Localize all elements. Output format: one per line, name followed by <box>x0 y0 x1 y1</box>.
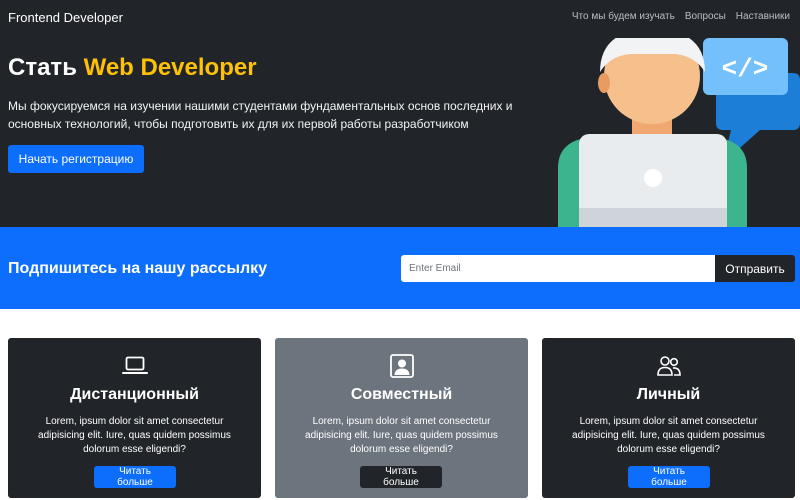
hero-description: Мы фокусируемся на изучении нашими студе… <box>8 99 513 131</box>
hero-title-prefix: Стать <box>8 54 84 81</box>
card-text: Lorem, ipsum dolor sit amet consectetur … <box>38 416 231 455</box>
start-registration-button[interactable]: Начать регистрацию <box>8 145 144 173</box>
person-square-icon <box>275 353 528 379</box>
people-icon <box>542 353 795 379</box>
nav-link-mentors[interactable]: Наставники <box>736 11 790 22</box>
brand-link[interactable]: Frontend Developer <box>8 10 123 25</box>
card-personal: Личный Lorem, ipsum dolor sit amet conse… <box>542 338 795 498</box>
nav-link-questions[interactable]: Вопросы <box>685 11 726 22</box>
hero-section: Стать Web Developer Мы фокусируемся на и… <box>0 38 800 227</box>
nav-link-learn[interactable]: Что мы будем изучать <box>572 11 675 22</box>
laptop-icon <box>8 353 261 379</box>
read-more-button[interactable]: Читать больше <box>628 466 710 488</box>
newsletter-title: Подпишитесь на нашу рассылку <box>8 260 268 277</box>
card-remote: Дистанционный Lorem, ipsum dolor sit ame… <box>8 338 261 498</box>
card-title: Совместный <box>350 386 453 403</box>
code-symbol: </> <box>722 54 769 84</box>
hero-title: Стать Web Developer <box>8 54 257 82</box>
subscribe-button[interactable]: Отправить <box>715 255 795 282</box>
card-collaborative: Совместный Lorem, ipsum dolor sit amet c… <box>275 338 528 498</box>
newsletter-section: Подпишитесь на нашу рассылку Отправить <box>0 227 800 309</box>
read-more-button[interactable]: Читать больше <box>360 466 442 488</box>
card-title: Личный <box>636 386 701 403</box>
email-input[interactable] <box>401 255 715 282</box>
read-more-button[interactable]: Читать больше <box>94 466 176 488</box>
card-text: Lorem, ipsum dolor sit amet consectetur … <box>572 416 765 455</box>
card-text: Lorem, ipsum dolor sit amet consectetur … <box>305 416 498 455</box>
developer-illustration: </> <box>558 38 800 227</box>
nav-links: Что мы будем изучать Вопросы Наставники <box>572 11 790 22</box>
navbar: Frontend Developer Что мы будем изучать … <box>0 0 800 38</box>
hero-title-accent: Web Developer <box>83 54 257 81</box>
card-title: Дистанционный <box>70 386 199 403</box>
